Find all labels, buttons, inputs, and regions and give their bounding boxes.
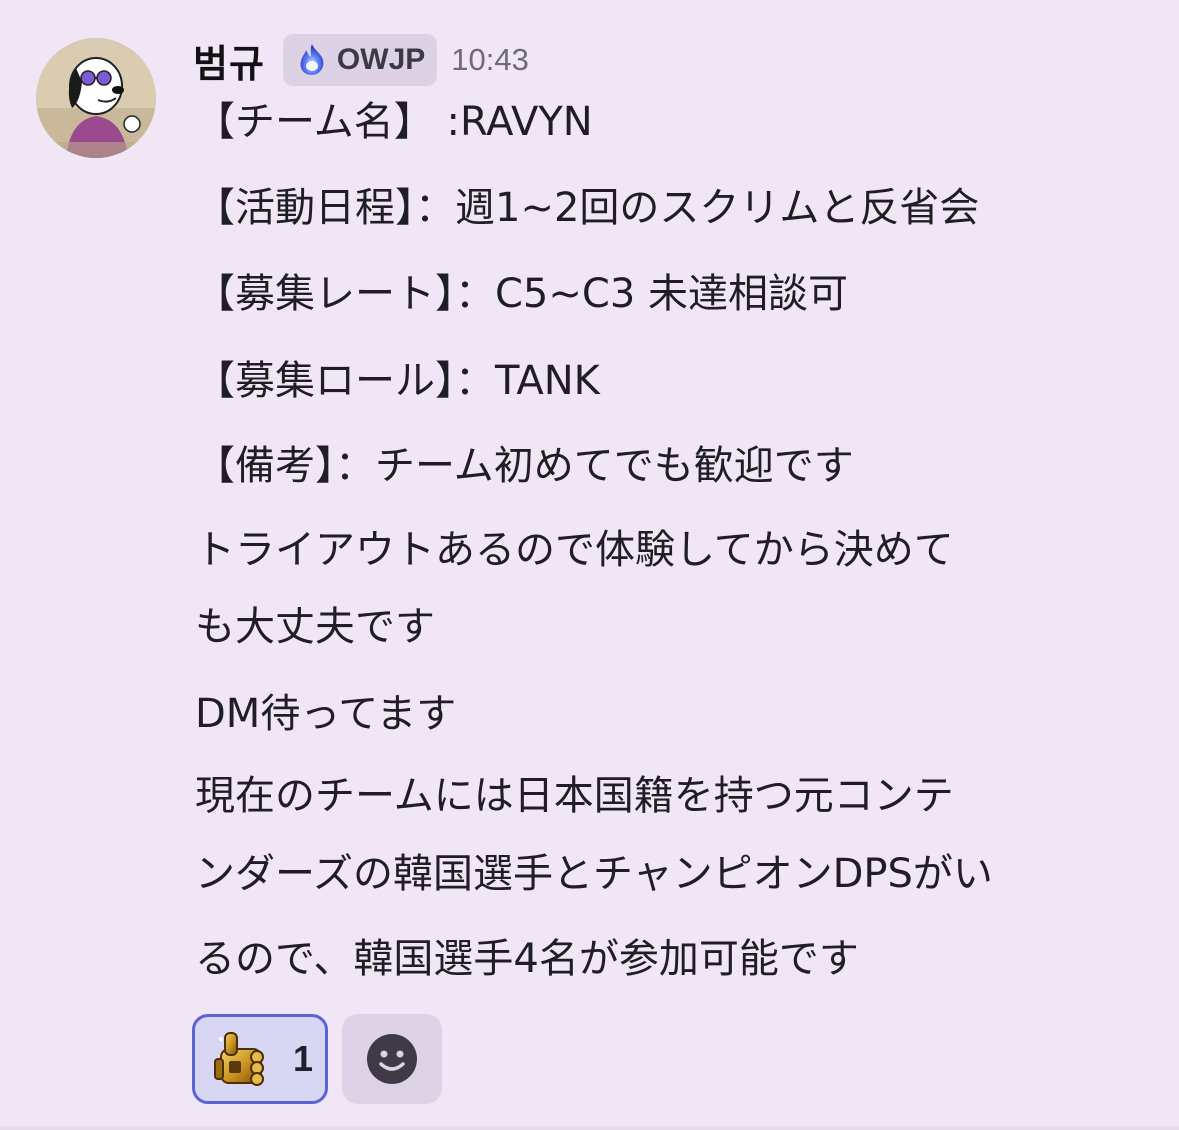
message-header: 범규 OWJP 10:43	[193, 30, 529, 90]
message-line: 【備考】：チーム初めてでも歓迎です	[195, 443, 854, 489]
message-line: 【チーム名】 :RAVYN	[195, 99, 593, 145]
reaction-count: 1	[293, 1038, 314, 1079]
reaction-pill[interactable]: 1	[192, 1014, 328, 1104]
author-name[interactable]: 범규	[193, 33, 265, 88]
message-line: 【活動日程】：週1~2回のスクリムと反省会	[195, 185, 980, 231]
smiley-add-reaction-icon	[367, 1034, 417, 1084]
message-line: ンダーズの韓国選手とチャンピオンDPSがい	[195, 851, 993, 897]
message-line: 【募集ロール】：TANK	[195, 358, 600, 404]
server-tag-label: OWJP	[336, 43, 426, 76]
divider	[0, 1126, 1179, 1130]
timestamp: 10:43	[451, 42, 529, 77]
message-line: も大丈夫です	[195, 604, 435, 650]
reaction-bar: 1	[192, 1014, 442, 1104]
snoopy-avatar-icon	[36, 38, 156, 158]
message-line: トライアウトあるので体験してから決めて	[195, 527, 954, 573]
avatar[interactable]	[36, 38, 156, 158]
server-tag[interactable]: OWJP	[282, 34, 438, 86]
message-line: 【募集レート】：C5~C3 未達相談可	[195, 271, 848, 317]
message-line: 現在のチームには日本国籍を持つ元コンテ	[195, 773, 954, 819]
add-reaction-button[interactable]	[342, 1014, 442, 1104]
message-line: るので、韓国選手4名が参加可能です	[195, 936, 859, 982]
message-line: DM待ってます	[195, 691, 457, 737]
golden-fist-emoji-icon	[214, 1032, 264, 1086]
blue-flame-icon	[300, 44, 324, 75]
